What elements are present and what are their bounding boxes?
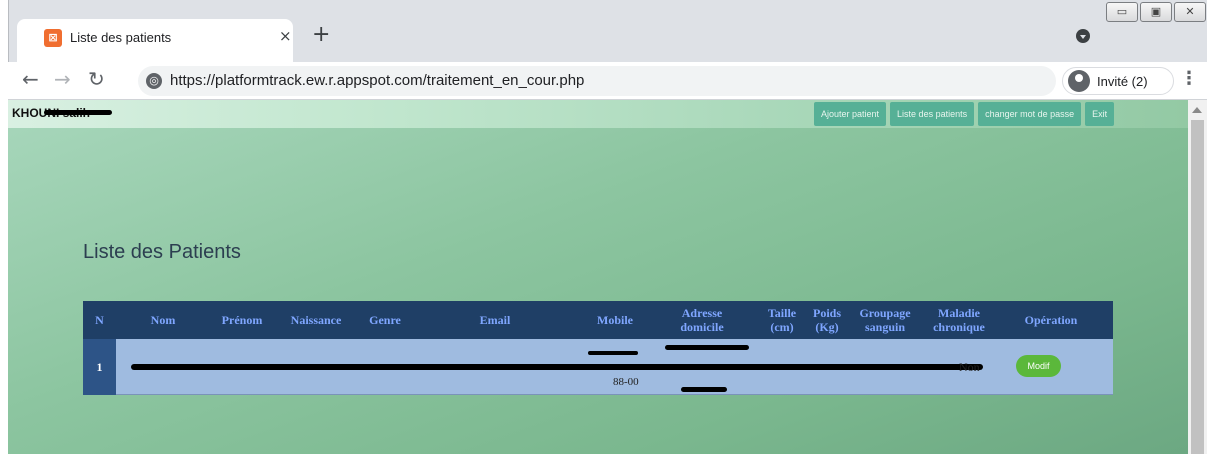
col-email: Email bbox=[479, 313, 511, 327]
redaction-mark bbox=[131, 364, 983, 370]
col-prenom: Prénom bbox=[221, 313, 263, 327]
maladie-cell: Non bbox=[959, 360, 980, 374]
browser-tab[interactable]: ⊠ Liste des patients × bbox=[17, 19, 293, 63]
scroll-thumb[interactable] bbox=[1191, 120, 1204, 454]
table-header: N Nom Prénom Naissance Genre Email Mobil… bbox=[83, 301, 1113, 339]
maximize-button[interactable]: ▣ bbox=[1140, 2, 1172, 22]
favicon-icon: ⊠ bbox=[44, 29, 62, 47]
col-adresse: Adresse domicile bbox=[680, 306, 724, 334]
exit-button[interactable]: Exit bbox=[1085, 102, 1115, 126]
patients-table: N Nom Prénom Naissance Genre Email Mobil… bbox=[83, 301, 1113, 395]
col-n: N bbox=[95, 313, 104, 327]
close-window-button[interactable]: ✕ bbox=[1174, 2, 1206, 22]
page-content: KHOUNI salih Ajouter patient Liste des p… bbox=[8, 100, 1188, 454]
col-naissance: Naissance bbox=[290, 313, 342, 327]
redaction-mark bbox=[44, 110, 112, 115]
col-taille: Taille (cm) bbox=[767, 306, 797, 334]
redaction-mark bbox=[588, 351, 638, 355]
close-tab-icon[interactable]: × bbox=[279, 27, 292, 45]
col-operation: Opération bbox=[1024, 313, 1078, 327]
reload-icon[interactable]: ↻ bbox=[88, 67, 105, 91]
modify-button[interactable]: Modif bbox=[1016, 355, 1061, 377]
redaction-mark bbox=[681, 387, 727, 392]
tab-title: Liste des patients bbox=[70, 30, 172, 45]
address-bar[interactable]: ◎ https://platformtrack.ew.r.appspot.com… bbox=[138, 66, 1056, 96]
browser-toolbar: ← → ↻ ◎ https://platformtrack.ew.r.appsp… bbox=[8, 62, 1207, 100]
tab-search-icon[interactable] bbox=[1076, 29, 1090, 43]
minimize-button[interactable]: ▭ bbox=[1106, 2, 1138, 22]
new-tab-button[interactable]: + bbox=[312, 22, 330, 47]
account-icon bbox=[1068, 70, 1090, 92]
patient-list-button[interactable]: Liste des patients bbox=[890, 102, 975, 126]
col-nom: Nom bbox=[150, 313, 176, 327]
col-mobile: Mobile bbox=[597, 313, 633, 327]
col-maladie: Maladie chronique bbox=[933, 306, 985, 334]
row-number: 1 bbox=[83, 339, 116, 395]
col-poids: Poids (Kg) bbox=[812, 306, 841, 334]
col-groupage: Groupage sanguin bbox=[859, 306, 911, 334]
kebab-menu-icon[interactable]: ⋮ bbox=[1180, 68, 1198, 89]
mobile-cell: 88-00 bbox=[613, 376, 639, 388]
globe-icon[interactable]: ◎ bbox=[146, 73, 162, 89]
arrow-right-icon[interactable]: → bbox=[54, 67, 71, 91]
arrow-left-icon[interactable]: ← bbox=[22, 67, 39, 91]
url-text[interactable]: https://platformtrack.ew.r.appspot.com/t… bbox=[170, 72, 584, 89]
redaction-mark bbox=[665, 345, 749, 350]
col-genre: Genre bbox=[369, 313, 401, 327]
top-nav: Ajouter patient Liste des patients chang… bbox=[814, 102, 1115, 126]
profile-button[interactable]: Invité (2) bbox=[1062, 67, 1174, 95]
profile-label: Invité (2) bbox=[1097, 74, 1148, 89]
table-row: 1 88-00 Non Modif bbox=[83, 339, 1113, 395]
window-controls: ▭ ▣ ✕ bbox=[1106, 2, 1206, 24]
scroll-up-icon[interactable] bbox=[1192, 102, 1202, 113]
page-title: Liste des Patients bbox=[83, 241, 241, 263]
add-patient-button[interactable]: Ajouter patient bbox=[814, 102, 887, 126]
change-password-button[interactable]: changer mot de passe bbox=[978, 102, 1082, 126]
scrollbar[interactable] bbox=[1188, 100, 1207, 454]
